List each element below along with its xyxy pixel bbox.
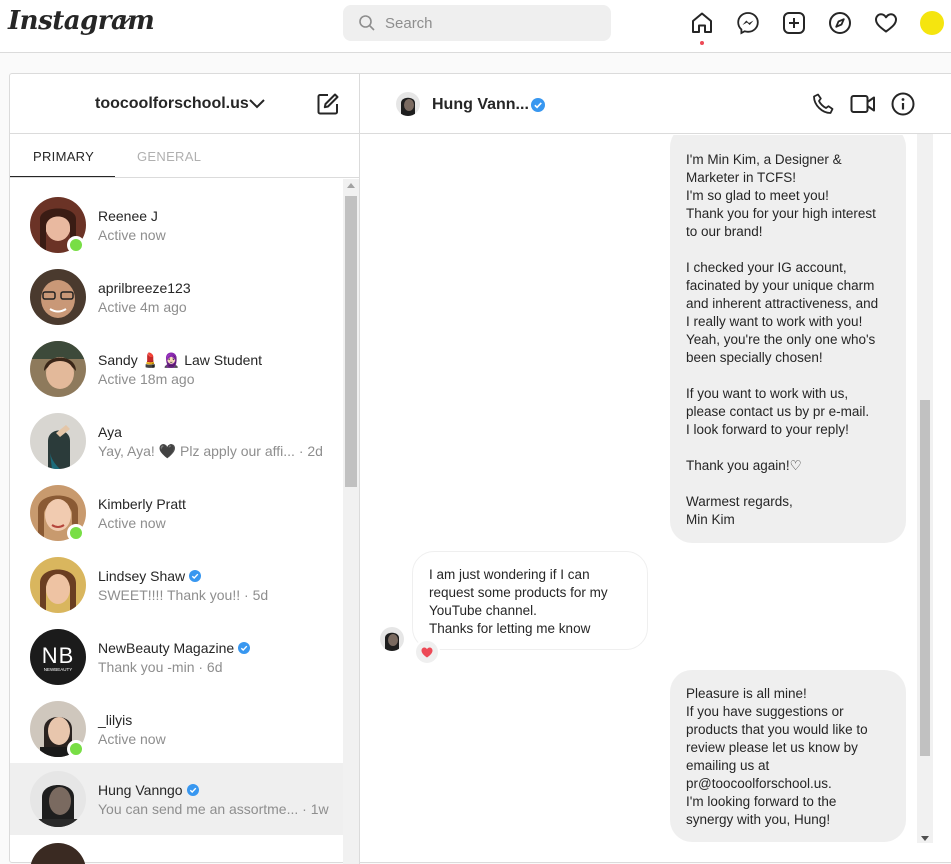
thread-item[interactable]: Lindsey Shaw SWEET!!!! Thank you!! · 5d: [10, 549, 343, 621]
svg-text:NB: NB: [42, 643, 75, 668]
online-indicator: [67, 524, 85, 542]
thread-item[interactable]: Aya Yay, Aya! 🖤 Plz apply our affi... · …: [10, 405, 343, 477]
thread-preview: You can send me an assortme... · 1w: [98, 801, 329, 817]
top-navigation-bar: Instagram: [0, 0, 951, 53]
message-bubble-received[interactable]: I am just wondering if I can request som…: [412, 551, 648, 650]
chevron-down-icon[interactable]: [118, 14, 132, 28]
phone-call-icon[interactable]: [811, 92, 835, 116]
thread-item[interactable]: [10, 835, 343, 864]
contact-avatar-small: [380, 627, 404, 651]
thread-name: Hung Vanngo: [98, 782, 199, 798]
thread-name: aprilbreeze123: [98, 280, 191, 296]
inbox-tabs: PRIMARY GENERAL: [10, 134, 360, 178]
chat-scrollbar[interactable]: [917, 134, 933, 843]
thread-item-selected[interactable]: Hung Vanngo You can send me an assortme.…: [10, 763, 343, 835]
search-icon: [359, 15, 375, 31]
video-call-icon[interactable]: [850, 92, 876, 116]
thread-preview: SWEET!!!! Thank you!! · 5d: [98, 587, 269, 603]
home-icon[interactable]: [690, 11, 714, 35]
activity-heart-icon[interactable]: [874, 11, 898, 35]
verified-badge-icon: [186, 784, 199, 796]
message-bubble-sent[interactable]: Pleasure is all mine! If you have sugges…: [670, 670, 906, 842]
online-indicator: [67, 236, 85, 254]
avatar: [30, 771, 86, 827]
avatar: [30, 341, 86, 397]
chevron-down-icon[interactable]: [248, 96, 266, 112]
info-icon[interactable]: [891, 92, 915, 116]
thread-preview: Thank you -min · 6d: [98, 659, 223, 675]
tab-general[interactable]: GENERAL: [137, 149, 201, 164]
thread-name: Lindsey Shaw: [98, 568, 202, 584]
contact-name[interactable]: Hung Vann...: [432, 96, 529, 114]
verified-badge-icon: [238, 642, 251, 654]
contact-avatar[interactable]: [396, 92, 420, 116]
avatar: [30, 269, 86, 325]
inbox-panel: toocoolforschool.us PRIMARY GENERAL Reen…: [10, 74, 360, 864]
thread-item[interactable]: Sandy 💄 🧕🏻 Law Student Active 18m ago: [10, 333, 343, 405]
message-text: I am just wondering if I can request som…: [429, 567, 608, 636]
active-tab-indicator: [10, 176, 115, 177]
thread-item[interactable]: _lilyis Active now: [10, 693, 343, 765]
thread-status: Active 18m ago: [98, 371, 195, 387]
thread-name: Reenee J: [98, 208, 158, 224]
scrollbar-thumb[interactable]: [920, 400, 930, 756]
svg-text:NEWBEAUTY: NEWBEAUTY: [44, 667, 73, 672]
instagram-logo[interactable]: Instagram: [8, 6, 155, 36]
thread-status: Active now: [98, 731, 166, 747]
online-indicator: [67, 740, 85, 758]
chat-panel: Hung Vann... I'm Min Kim, a Designer & M…: [360, 74, 951, 864]
reaction-badge[interactable]: [414, 639, 440, 665]
scroll-up-arrow[interactable]: [347, 183, 355, 188]
thread-status: Active 4m ago: [98, 299, 187, 315]
thread-item[interactable]: Kimberly Pratt Active now: [10, 477, 343, 549]
scroll-down-arrow[interactable]: [921, 836, 929, 841]
thread-name: Sandy 💄 🧕🏻 Law Student: [98, 352, 263, 368]
thread-name: Aya: [98, 424, 122, 440]
thread-name: NewBeauty Magazine: [98, 640, 251, 656]
search-box[interactable]: [343, 5, 611, 41]
avatar: NB NEWBEAUTY: [30, 629, 86, 685]
notification-dot: [700, 41, 704, 45]
chat-header: Hung Vann...: [360, 74, 951, 134]
heart-reaction-icon: [421, 647, 433, 658]
direct-messages-panel: toocoolforschool.us PRIMARY GENERAL Reen…: [9, 73, 951, 864]
thread-item[interactable]: NB NEWBEAUTY NewBeauty Magazine Thank you…: [10, 621, 343, 693]
thread-item[interactable]: aprilbreeze123 Active 4m ago: [10, 261, 343, 333]
thread-name: _lilyis: [98, 712, 133, 728]
thread-status: Active now: [98, 227, 166, 243]
inbox-header: toocoolforschool.us: [10, 74, 360, 134]
new-post-icon[interactable]: [782, 11, 806, 35]
message-text: I'm Min Kim, a Designer & Marketer in TC…: [686, 152, 879, 527]
thread-name: Kimberly Pratt: [98, 496, 186, 512]
thread-preview: Yay, Aya! 🖤 Plz apply our affi... · 2d: [98, 443, 323, 459]
thread-status: Active now: [98, 515, 166, 531]
thread-item[interactable]: Reenee J Active now: [10, 189, 343, 261]
avatar: [30, 557, 86, 613]
compose-icon[interactable]: [316, 92, 340, 116]
message-text: Pleasure is all mine! If you have sugges…: [686, 686, 868, 827]
profile-avatar[interactable]: [920, 11, 944, 35]
inbox-scrollbar[interactable]: [343, 179, 359, 864]
verified-badge-icon: [189, 570, 202, 582]
scrollbar-thumb[interactable]: [345, 196, 357, 487]
account-name[interactable]: toocoolforschool.us: [95, 95, 249, 113]
message-thread: I'm Min Kim, a Designer & Marketer in TC…: [360, 135, 930, 864]
explore-icon[interactable]: [828, 11, 852, 35]
search-input[interactable]: [385, 13, 595, 33]
messenger-icon[interactable]: [736, 11, 760, 35]
avatar: [30, 843, 86, 864]
verified-badge-icon: [531, 98, 545, 112]
tab-primary[interactable]: PRIMARY: [33, 149, 94, 164]
message-bubble-sent[interactable]: I'm Min Kim, a Designer & Marketer in TC…: [670, 135, 906, 543]
avatar: [30, 413, 86, 469]
thread-list: Reenee J Active now aprilbreeze123 Activ…: [10, 179, 343, 864]
